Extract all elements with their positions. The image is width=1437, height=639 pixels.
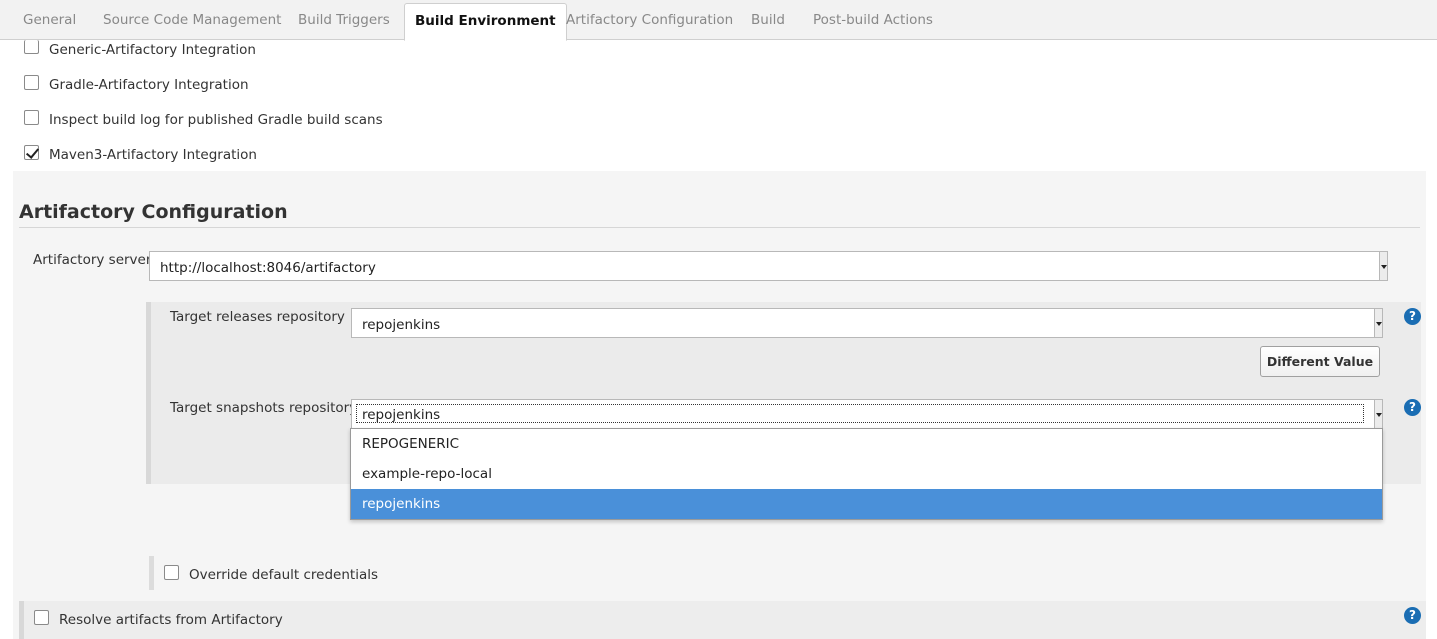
generic-artifactory-label: Generic-Artifactory Integration [49, 42, 256, 58]
tab-artifactory-configuration[interactable]: Artifactory Configuration [566, 0, 733, 40]
tab-source-code-management[interactable]: Source Code Management [103, 0, 281, 40]
target-releases-select[interactable]: repojenkins [351, 308, 1383, 338]
target-snapshots-value: repojenkins [362, 407, 441, 423]
maven3-artifactory-label: Maven3-Artifactory Integration [49, 147, 257, 163]
dropdown-arrow-icon[interactable] [1374, 309, 1382, 337]
dropdown-option-repogeneric[interactable]: REPOGENERIC [351, 429, 1382, 459]
resolve-artifacts-label: Resolve artifacts from Artifactory [59, 612, 283, 628]
inspect-gradle-scans-checkbox[interactable] [24, 110, 39, 125]
gradle-artifactory-label: Gradle-Artifactory Integration [49, 77, 249, 93]
dropdown-option-repojenkins[interactable]: repojenkins [351, 489, 1382, 519]
credentials-indent-bar [149, 556, 154, 590]
inspect-gradle-scans-label: Inspect build log for published Gradle b… [49, 112, 383, 128]
dropdown-arrow-icon[interactable] [1374, 400, 1382, 428]
maven3-artifactory-checkbox[interactable] [24, 145, 39, 160]
tab-build-environment[interactable]: Build Environment [404, 3, 567, 41]
resolve-artifacts-checkbox[interactable] [34, 610, 49, 625]
tab-build-triggers[interactable]: Build Triggers [298, 0, 390, 40]
override-credentials-checkbox[interactable] [164, 565, 179, 580]
generic-artifactory-checkbox[interactable] [24, 40, 39, 54]
help-icon[interactable]: ? [1404, 607, 1421, 624]
gradle-artifactory-checkbox[interactable] [24, 75, 39, 90]
artifactory-server-value: http://localhost:8046/artifactory [160, 260, 376, 276]
config-tab-bar: General Source Code Management Build Tri… [0, 0, 1437, 41]
tab-post-build-actions[interactable]: Post-build Actions [813, 0, 933, 40]
target-releases-value: repojenkins [362, 317, 441, 333]
artifactory-server-label: Artifactory server [33, 252, 152, 268]
different-value-button[interactable]: Different Value [1260, 346, 1380, 377]
snapshots-dropdown-list: REPOGENERIC example-repo-local repojenki… [350, 428, 1383, 520]
dropdown-arrow-icon[interactable] [1379, 252, 1387, 280]
target-snapshots-label: Target snapshots repository [170, 400, 358, 416]
override-credentials-label: Override default credentials [189, 567, 379, 583]
section-divider [19, 227, 1420, 228]
target-releases-label: Target releases repository [170, 309, 345, 325]
help-icon[interactable]: ? [1404, 399, 1421, 416]
section-title: Artifactory Configuration [19, 201, 288, 223]
help-icon[interactable]: ? [1404, 308, 1421, 325]
focus-ring [356, 404, 1364, 423]
target-snapshots-select[interactable]: repojenkins [351, 399, 1383, 429]
tab-general[interactable]: General [23, 0, 76, 40]
artifactory-server-select[interactable]: http://localhost:8046/artifactory [149, 251, 1388, 281]
dropdown-option-example-repo-local[interactable]: example-repo-local [351, 459, 1382, 489]
tab-build[interactable]: Build [751, 0, 785, 40]
